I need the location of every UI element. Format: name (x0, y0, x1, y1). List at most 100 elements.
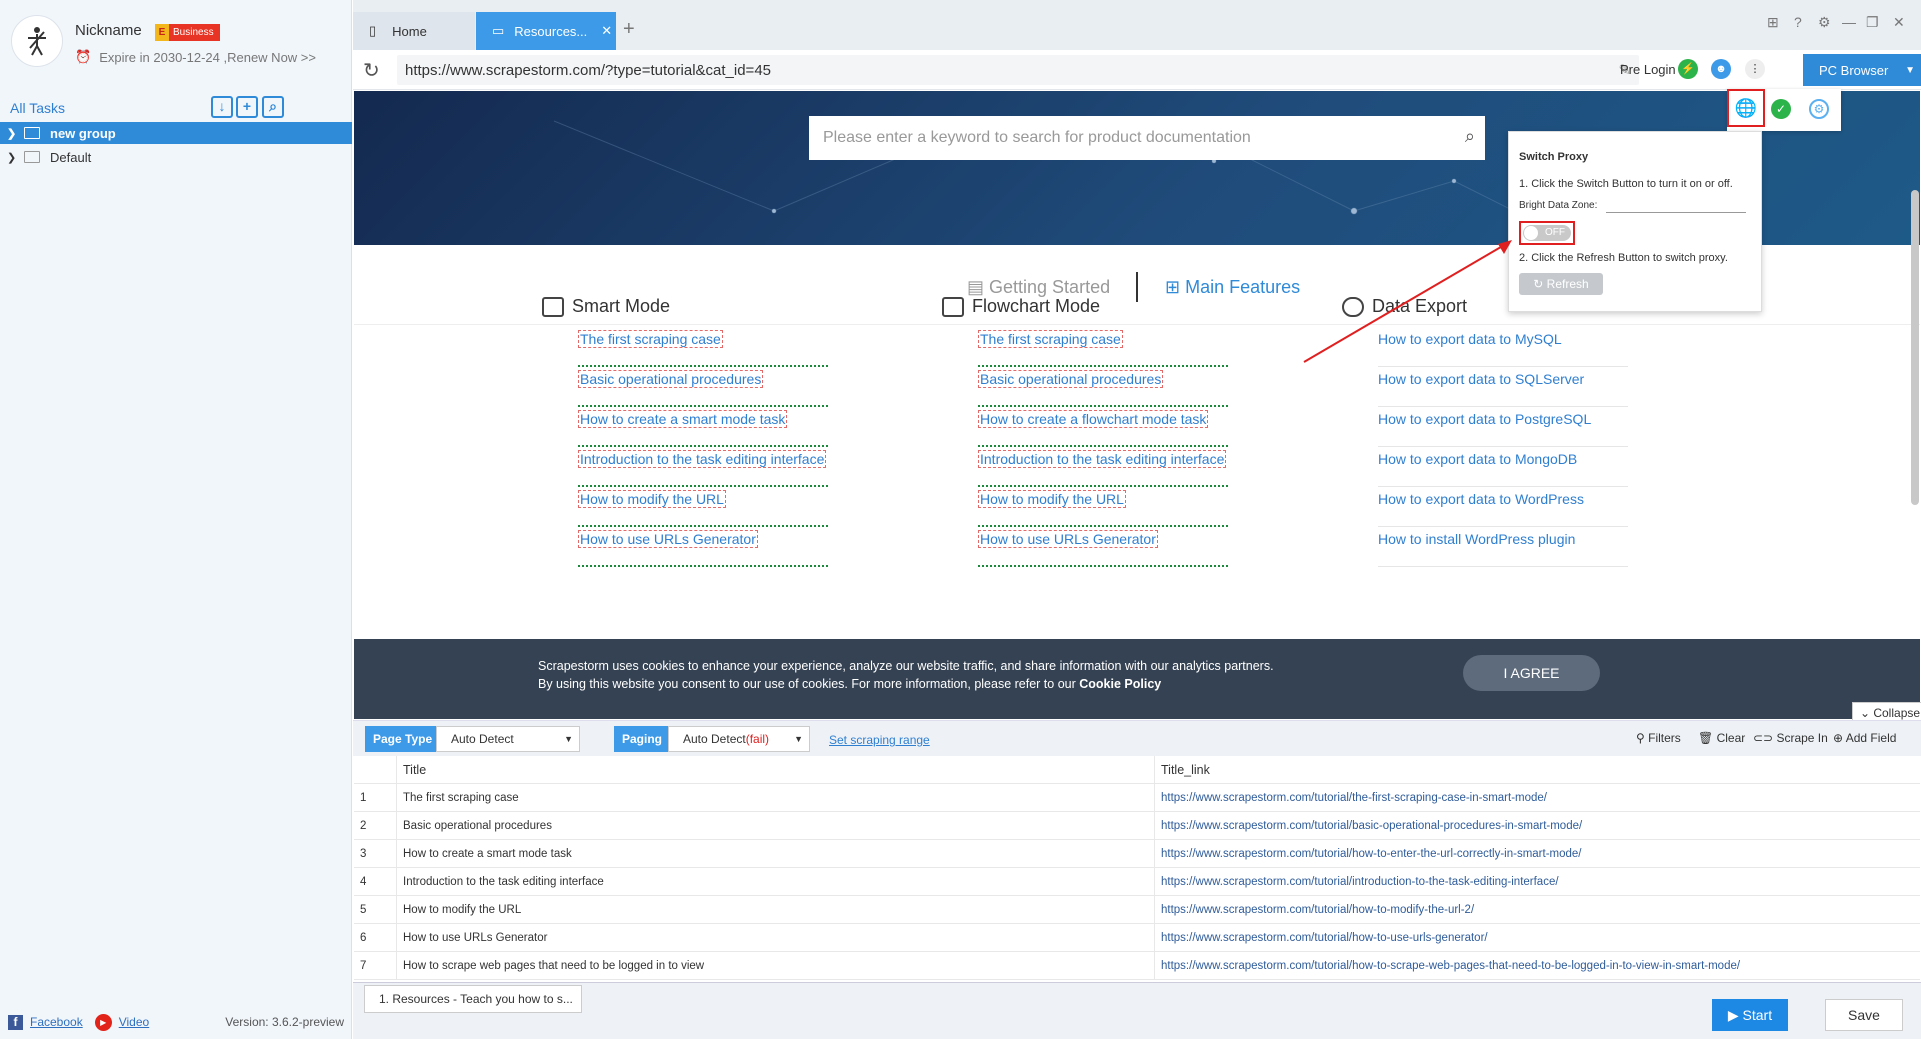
row-number: 3 (360, 848, 367, 860)
table-row[interactable]: 2 Basic operational procedures https://www… (354, 812, 1920, 840)
table-row[interactable]: 7 How to scrape web pages that need to be… (354, 952, 1920, 980)
doc-link[interactable]: Basic operational procedures (578, 367, 828, 407)
badge-label: Business (173, 27, 214, 38)
zone-value-field[interactable] (1606, 198, 1746, 213)
facebook-icon[interactable]: f (8, 1014, 23, 1030)
refresh-label: Refresh (1546, 277, 1589, 291)
doc-link[interactable]: How to modify the URL (978, 487, 1228, 527)
doc-link[interactable]: How to use URLs Generator (978, 527, 1228, 567)
chevron-right-icon[interactable]: ❯ (7, 151, 19, 164)
minimize-icon[interactable]: — (1842, 14, 1856, 30)
table-row[interactable]: 5 How to modify the URL https://www.scrape… (354, 896, 1920, 924)
search-icon[interactable]: ⌕ (1465, 126, 1475, 147)
all-tasks-label[interactable]: All Tasks (10, 100, 65, 116)
person-icon[interactable]: ☻ (1711, 59, 1731, 79)
pc-browser-button[interactable]: PC Browser ▼ (1803, 54, 1921, 86)
popover-title: Switch Proxy (1519, 151, 1589, 163)
collapse-label: Collapse (1873, 706, 1921, 720)
flowchart-mode-column: Flowchart Mode The first scraping case B… (942, 296, 1242, 567)
tree-item-new-group[interactable]: ❯ new group (0, 122, 352, 144)
agree-button[interactable]: I AGREE (1463, 655, 1600, 691)
expire-info[interactable]: ⏰ Expire in 2030-12-24 ,Renew Now >> (75, 49, 316, 65)
youtube-icon[interactable]: ▶ (94, 1013, 112, 1031)
new-task-icon[interactable]: + (236, 96, 258, 118)
add-field-button[interactable]: ⊕ Add Field (1833, 731, 1896, 745)
paging-select[interactable]: Auto Detect(fail) ▼ (668, 726, 810, 752)
page-type-select[interactable]: Auto Detect ▼ (436, 726, 580, 752)
table-row[interactable]: 1 The first scraping case https://www.scra… (354, 784, 1920, 812)
page-step-tab[interactable]: 1. Resources - Teach you how to s... (364, 985, 582, 1013)
avatar[interactable] (11, 15, 63, 67)
chevron-down-icon: ⌄ (1859, 706, 1874, 720)
doc-link[interactable]: How to create a smart mode task (578, 407, 828, 447)
row-number-header (360, 756, 388, 784)
save-button[interactable]: Save (1825, 999, 1903, 1031)
doc-link[interactable]: How to export data to WordPress (1378, 487, 1628, 527)
alarm-clock-icon: ⏰ (75, 49, 92, 64)
settings-icon[interactable]: ⚙ (1818, 14, 1831, 31)
doc-link[interactable]: The first scraping case (978, 327, 1228, 367)
page-scrollbar[interactable] (1911, 190, 1919, 505)
tree-item-label: new group (50, 125, 116, 141)
archer-icon (28, 27, 46, 56)
doc-link[interactable]: How to export data to SQLServer (1378, 367, 1628, 407)
page-icon: ▯ (369, 23, 377, 38)
globe-icon[interactable]: 🌐 (1727, 89, 1765, 127)
pre-login-button[interactable]: Pre Login (1620, 62, 1676, 77)
doc-search-input[interactable]: Please enter a keyword to search for pro… (809, 116, 1485, 160)
doc-link[interactable]: How to export data to PostgreSQL (1378, 407, 1628, 447)
doc-link[interactable]: The first scraping case (578, 327, 828, 367)
tab-getting-started[interactable]: ▤ Getting Started (967, 277, 1110, 298)
filters-button[interactable]: ⚲ Filters (1636, 731, 1681, 745)
doc-link[interactable]: How to install WordPress plugin (1378, 527, 1628, 567)
proxy-switch-toggle[interactable]: OFF (1519, 221, 1575, 245)
gear-icon[interactable]: ⚙ (1809, 99, 1829, 119)
column-header-title[interactable]: Title (396, 756, 1116, 784)
close-window-icon[interactable]: ✕ (1893, 14, 1905, 31)
tab-home[interactable]: ▯ Home (353, 12, 475, 50)
chevron-right-icon[interactable]: ❯ (7, 127, 19, 140)
import-task-icon[interactable]: ↓ (211, 96, 233, 118)
search-task-icon[interactable]: ⌕ (262, 96, 284, 118)
cookie-policy-link[interactable]: Cookie Policy (1079, 677, 1161, 691)
doc-link[interactable]: Basic operational procedures (978, 367, 1228, 407)
tab-main-features[interactable]: ⊞ Main Features (1165, 277, 1300, 298)
doc-link[interactable]: How to use URLs Generator (578, 527, 828, 567)
tree-item-default[interactable]: ❯ Default (0, 146, 352, 168)
doc-link[interactable]: How to create a flowchart mode task (978, 407, 1228, 447)
doc-link[interactable]: How to modify the URL (578, 487, 828, 527)
facebook-link[interactable]: Facebook (30, 1015, 83, 1029)
check-icon[interactable]: ✓ (1771, 99, 1791, 119)
reload-icon[interactable]: ↻ (363, 58, 380, 83)
column-header-title-link[interactable]: Title_link (1154, 756, 1914, 784)
tab-resources[interactable]: ▭ Resources... ✕ (476, 12, 616, 50)
new-tab-button[interactable]: + (623, 18, 635, 41)
set-scraping-range-link[interactable]: Set scraping range (829, 733, 930, 747)
chevron-down-icon[interactable]: ▼ (1905, 65, 1915, 76)
table-row[interactable]: 3 How to create a smart mode task https://… (354, 840, 1920, 868)
doc-link[interactable]: Introduction to the task editing interfa… (578, 447, 828, 487)
video-link[interactable]: Video (119, 1015, 149, 1029)
doc-link[interactable]: Introduction to the task editing interfa… (978, 447, 1228, 487)
start-button[interactable]: ▶ Start (1712, 999, 1788, 1031)
table-row[interactable]: 4 Introduction to the task editing interf… (354, 868, 1920, 896)
restore-icon[interactable]: ❐ (1866, 14, 1879, 31)
refresh-button[interactable]: ↻ Refresh (1519, 273, 1603, 295)
scrape-in-button[interactable]: ⊂⊃ Scrape In (1753, 731, 1828, 745)
play-icon: ▶ (1727, 1007, 1743, 1023)
url-input[interactable]: https://www.scrapestorm.com/?type=tutori… (397, 55, 1639, 85)
cell-title: How to use URLs Generator (396, 924, 1116, 952)
cell-title-link: https://www.scrapestorm.com/tutorial/the… (1154, 784, 1914, 812)
doc-link[interactable]: How to export data to MongoDB (1378, 447, 1628, 487)
help-icon[interactable]: ? (1794, 14, 1802, 30)
gift-icon[interactable]: ⊞ (1767, 14, 1779, 31)
page-type-label: Page Type (365, 726, 441, 752)
clear-button[interactable]: 🗑 Clear (1698, 731, 1745, 745)
more-icon[interactable]: ⋮ (1745, 59, 1765, 79)
close-icon[interactable]: ✕ (601, 23, 612, 39)
add-field-label: Add Field (1845, 731, 1897, 745)
lightning-icon[interactable]: ⚡ (1678, 59, 1698, 79)
link-icon: ⊂⊃ (1753, 731, 1777, 745)
table-row[interactable]: 6 How to use URLs Generator https://www.sc… (354, 924, 1920, 952)
plus-circle-icon: ⊕ (1833, 731, 1846, 745)
